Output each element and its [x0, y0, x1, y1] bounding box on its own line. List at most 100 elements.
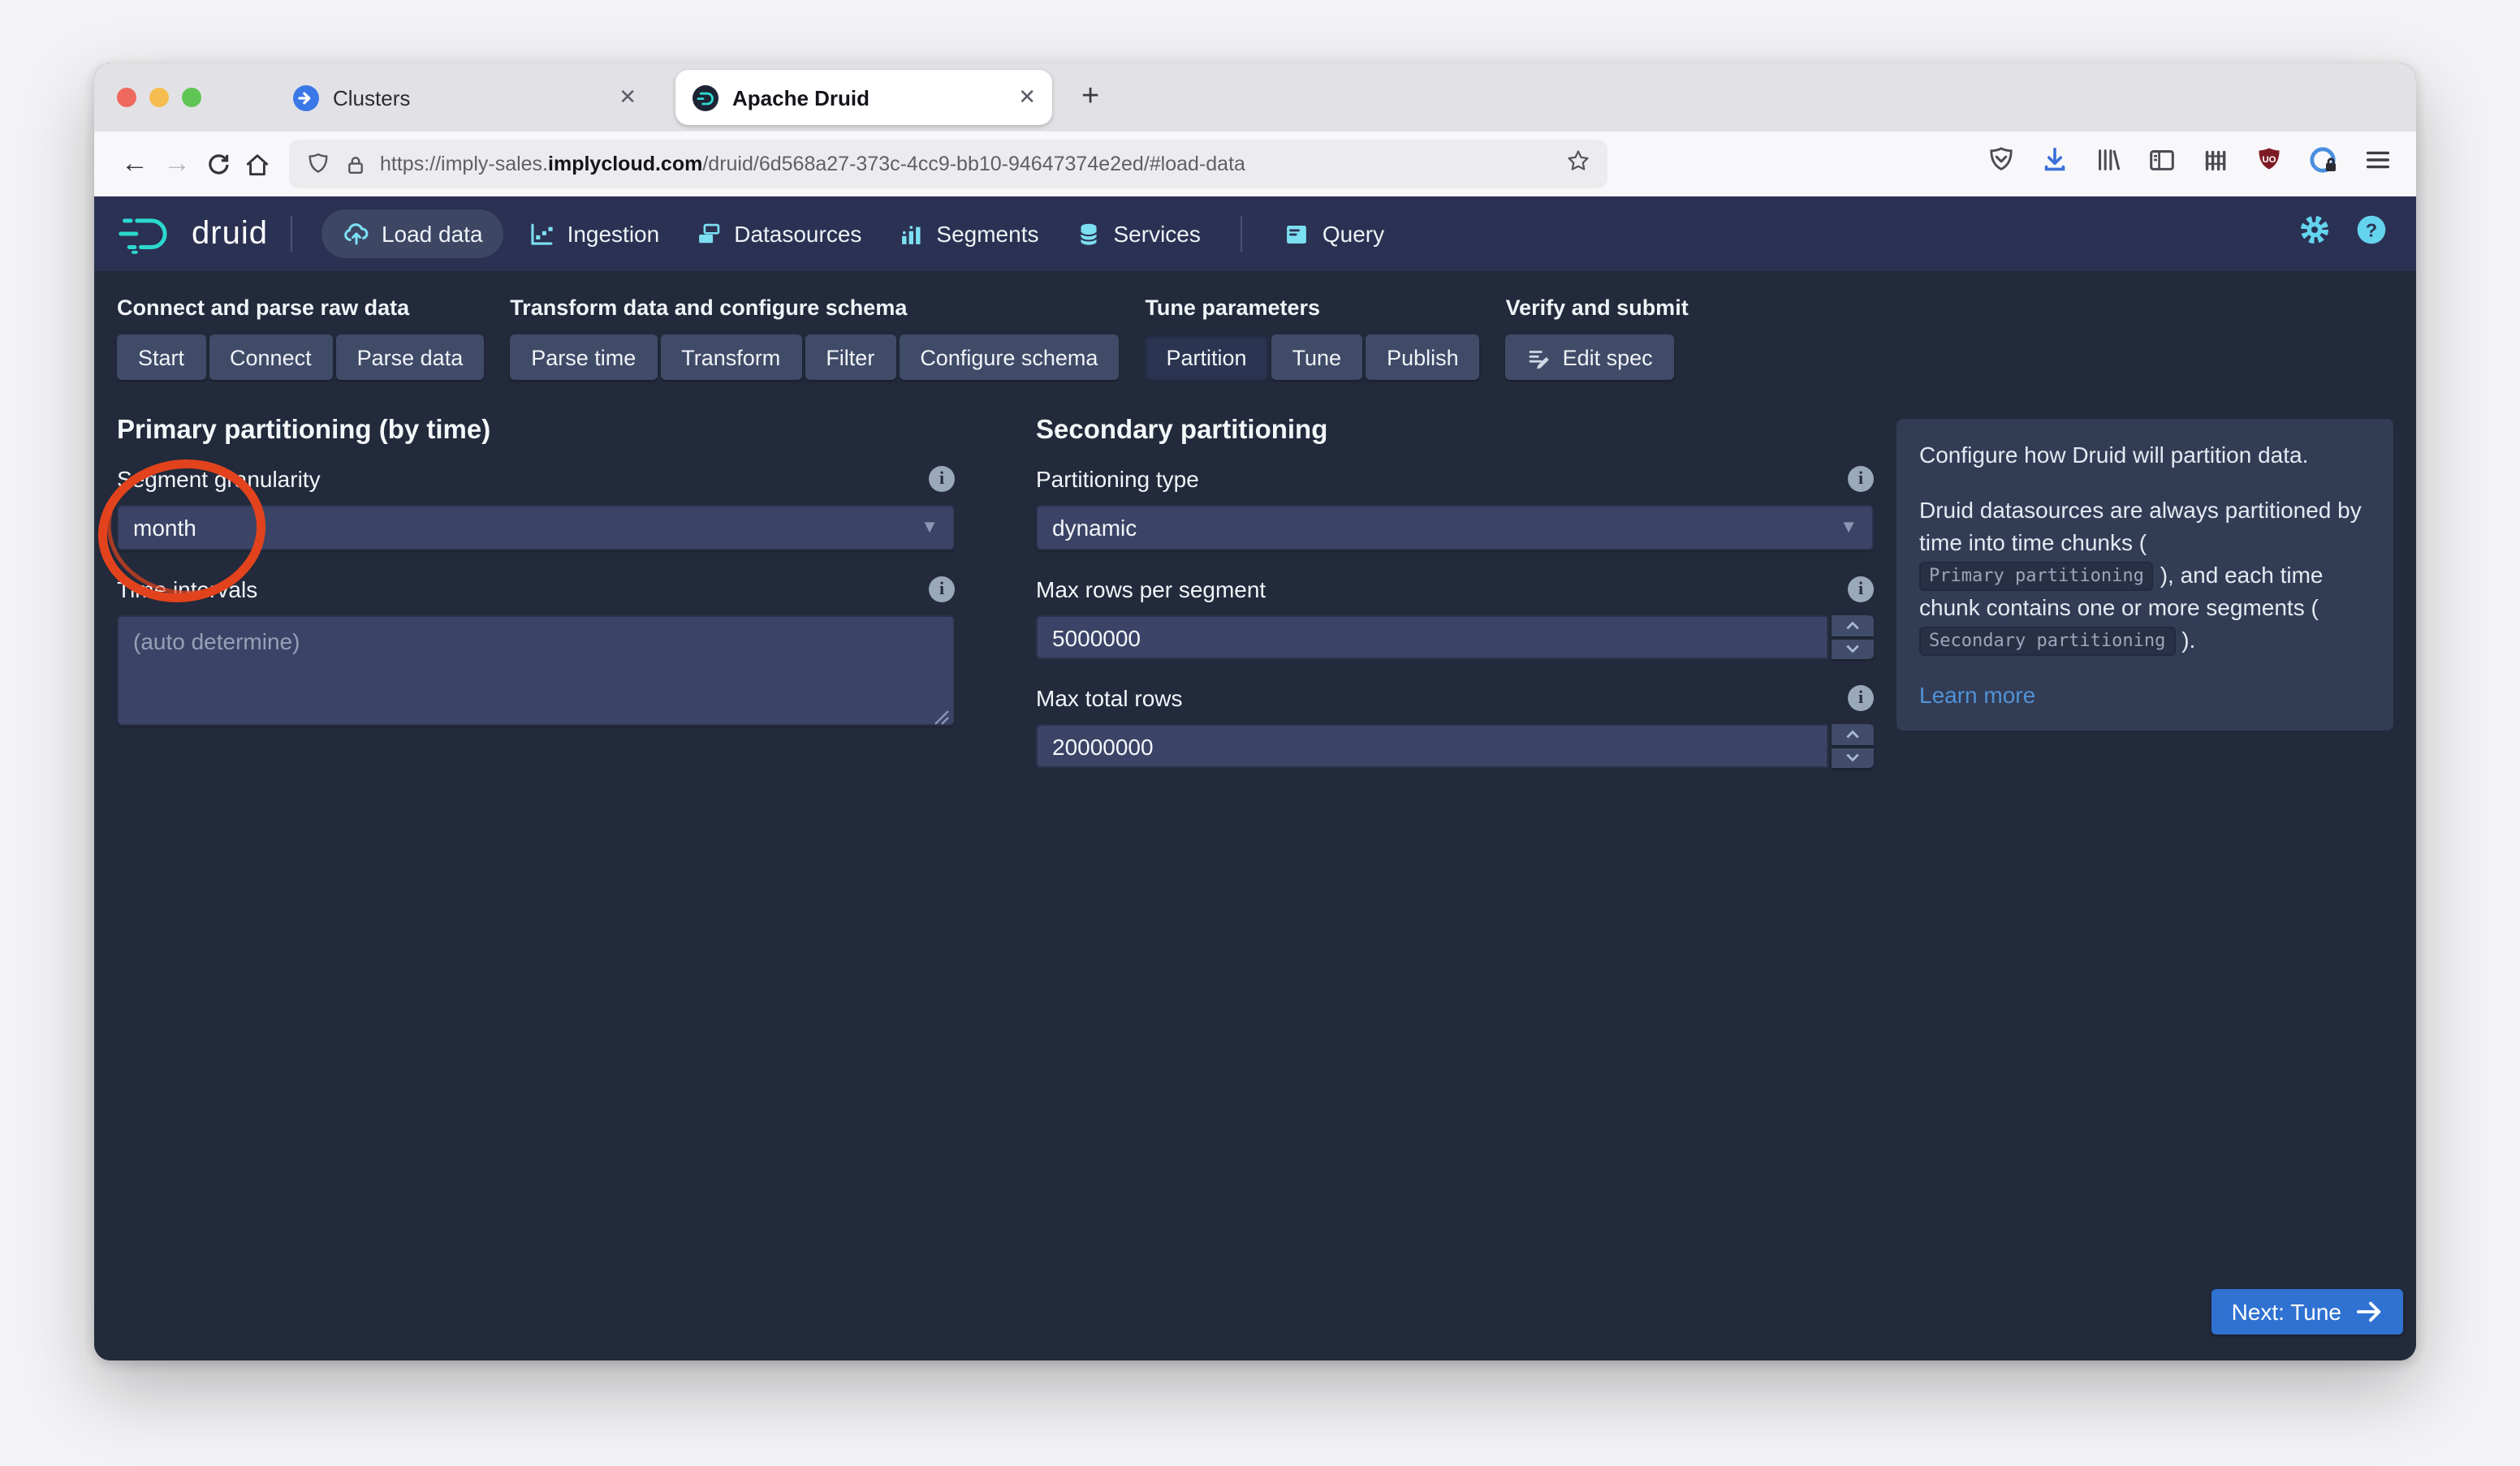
increment-button[interactable]	[1832, 615, 1874, 636]
url-bar[interactable]: https://imply-sales.implycloud.com/druid…	[289, 140, 1607, 188]
load-data-content: Connect and parse raw data Start Connect…	[94, 271, 2416, 1360]
reload-icon[interactable]	[198, 150, 237, 178]
svg-text:?: ?	[2366, 219, 2377, 240]
tab-apache-druid[interactable]: Apache Druid ✕	[675, 70, 1052, 125]
nav-item-datasources[interactable]: Datasources	[677, 196, 879, 271]
menu-hamburger-icon[interactable]	[2362, 144, 2393, 183]
decrement-button[interactable]	[1832, 748, 1874, 768]
time-intervals-textarea[interactable]	[117, 615, 955, 726]
secondary-partitioning-title: Secondary partitioning	[1036, 416, 1328, 445]
step-button-configure-schema[interactable]: Configure schema	[899, 334, 1120, 380]
info-icon[interactable]: i	[929, 576, 955, 602]
step-button-parse-data[interactable]: Parse data	[335, 334, 485, 380]
next-tune-label: Next: Tune	[2231, 1299, 2341, 1325]
max-rows-per-segment-label: Max rows per segment	[1036, 576, 1266, 602]
max-total-rows-label: Max total rows	[1036, 685, 1183, 711]
segment-granularity-select[interactable]: month ▼	[117, 505, 955, 550]
segments-icon	[901, 225, 920, 244]
primary-partitioning-column: Primary partitioning (by time) Segment g…	[117, 406, 955, 734]
info-icon[interactable]: i	[1848, 466, 1874, 492]
increment-button[interactable]	[1832, 724, 1874, 744]
home-icon[interactable]	[237, 150, 276, 178]
zoom-window-button[interactable]	[182, 88, 201, 107]
lock-icon[interactable]	[344, 152, 367, 176]
url-path: /druid/6d568a27-373c-4cc9-bb10-94647374e…	[702, 153, 1245, 175]
segment-granularity-label: Segment granularity	[117, 466, 321, 492]
ingestion-icon	[531, 222, 554, 244]
step-group-transform: Transform data and configure schema Pars…	[510, 295, 1120, 380]
step-button-parse-time[interactable]: Parse time	[510, 334, 658, 380]
minimize-window-button[interactable]	[149, 88, 169, 107]
step-button-publish[interactable]: Publish	[1366, 334, 1480, 380]
max-rows-per-segment-input[interactable]	[1036, 615, 1828, 659]
desktop: Clusters ✕ Apache Druid ✕ + ← → https://…	[0, 0, 2520, 1466]
decrement-button[interactable]	[1832, 639, 1874, 659]
browser-toolbar: ← → https://imply-sales.implycloud.com/d…	[94, 132, 2416, 196]
tab-title: Clusters	[333, 85, 411, 110]
partitioning-type-select[interactable]: dynamic ▼	[1036, 505, 1874, 550]
navbar-right: ?	[2299, 214, 2393, 253]
step-button-edit-spec[interactable]: Edit spec	[1505, 334, 1674, 380]
info-icon[interactable]: i	[1848, 685, 1874, 711]
new-tab-button[interactable]: +	[1081, 80, 1099, 115]
step-button-partition[interactable]: Partition	[1145, 334, 1268, 380]
step-button-filter[interactable]: Filter	[805, 334, 896, 380]
svg-text:UO: UO	[2262, 155, 2276, 165]
edit-spec-icon	[1530, 350, 1550, 369]
step-group-label: Transform data and configure schema	[510, 295, 908, 320]
back-icon[interactable]: ←	[114, 148, 156, 180]
info-icon[interactable]: i	[929, 466, 955, 492]
nav-item-label: Load data	[381, 221, 483, 247]
tab-clusters[interactable]: Clusters ✕	[276, 70, 653, 125]
step-button-connect[interactable]: Connect	[209, 334, 333, 380]
close-window-button[interactable]	[117, 88, 136, 107]
help-icon[interactable]: ?	[2356, 214, 2387, 253]
time-intervals-label: Time intervals	[117, 576, 258, 602]
step-button-tune[interactable]: Tune	[1271, 334, 1363, 380]
library-icon[interactable]	[2093, 144, 2124, 183]
settings-gear-icon[interactable]	[2299, 214, 2330, 253]
step-button-transform[interactable]: Transform	[660, 334, 802, 380]
ublock-origin-icon[interactable]: UO	[2254, 144, 2285, 183]
steps-row: Connect and parse raw data Start Connect…	[117, 271, 2393, 380]
nav-item-load-data[interactable]: Load data	[321, 209, 504, 258]
bookmark-star-icon[interactable]	[1565, 147, 1591, 181]
info-panel-intro: Configure how Druid will partition data.	[1919, 442, 2309, 468]
segment-granularity-value: month	[133, 515, 196, 541]
nav-item-query[interactable]: Query	[1266, 196, 1402, 271]
forward-icon[interactable]: →	[156, 148, 198, 180]
navbar-divider	[1241, 216, 1243, 252]
toolbar-extensions: UO	[1986, 144, 2397, 184]
nav-item-label: Query	[1322, 221, 1385, 247]
max-total-rows-input[interactable]	[1036, 724, 1828, 768]
step-button-start[interactable]: Start	[117, 334, 206, 380]
url-text[interactable]: https://imply-sales.implycloud.com/druid…	[380, 153, 1245, 175]
chevron-down-icon: ▼	[1840, 518, 1858, 537]
step-group-verify: Verify and submit Edit spec	[1505, 295, 1689, 380]
info-icon[interactable]: i	[1848, 576, 1874, 602]
info-panel-text: ).	[2181, 627, 2196, 653]
max-rows-per-segment-field	[1036, 615, 1874, 659]
secondary-partitioning-chip: Secondary partitioning	[1919, 627, 2176, 656]
secondary-partitioning-column: Secondary partitioning Partitioning type…	[1036, 406, 1874, 768]
extension-fence-icon[interactable]	[2200, 144, 2231, 183]
password-manager-icon[interactable]	[2307, 144, 2340, 184]
learn-more-link[interactable]: Learn more	[1919, 679, 2035, 711]
browser-window: Clusters ✕ Apache Druid ✕ + ← → https://…	[94, 63, 2416, 1360]
next-tune-button[interactable]: Next: Tune	[2211, 1289, 2403, 1334]
imply-favicon	[293, 84, 319, 110]
step-group-label: Verify and submit	[1505, 295, 1689, 320]
druid-logo[interactable]: druid	[117, 213, 268, 255]
tab-close-icon[interactable]: ✕	[1018, 84, 1036, 110]
resize-grip-icon[interactable]	[934, 709, 950, 726]
step-group-label: Tune parameters	[1145, 295, 1321, 320]
nav-item-services[interactable]: Services	[1057, 196, 1219, 271]
nav-item-segments[interactable]: Segments	[879, 196, 1056, 271]
shield-permissions-icon[interactable]	[305, 151, 331, 177]
pocket-save-icon[interactable]	[1986, 144, 2017, 183]
nav-item-ingestion[interactable]: Ingestion	[511, 196, 678, 271]
tab-close-icon[interactable]: ✕	[619, 84, 636, 110]
sidebar-toggle-icon[interactable]	[2147, 144, 2177, 183]
navbar-divider	[290, 216, 292, 252]
downloads-icon[interactable]	[2039, 144, 2070, 183]
